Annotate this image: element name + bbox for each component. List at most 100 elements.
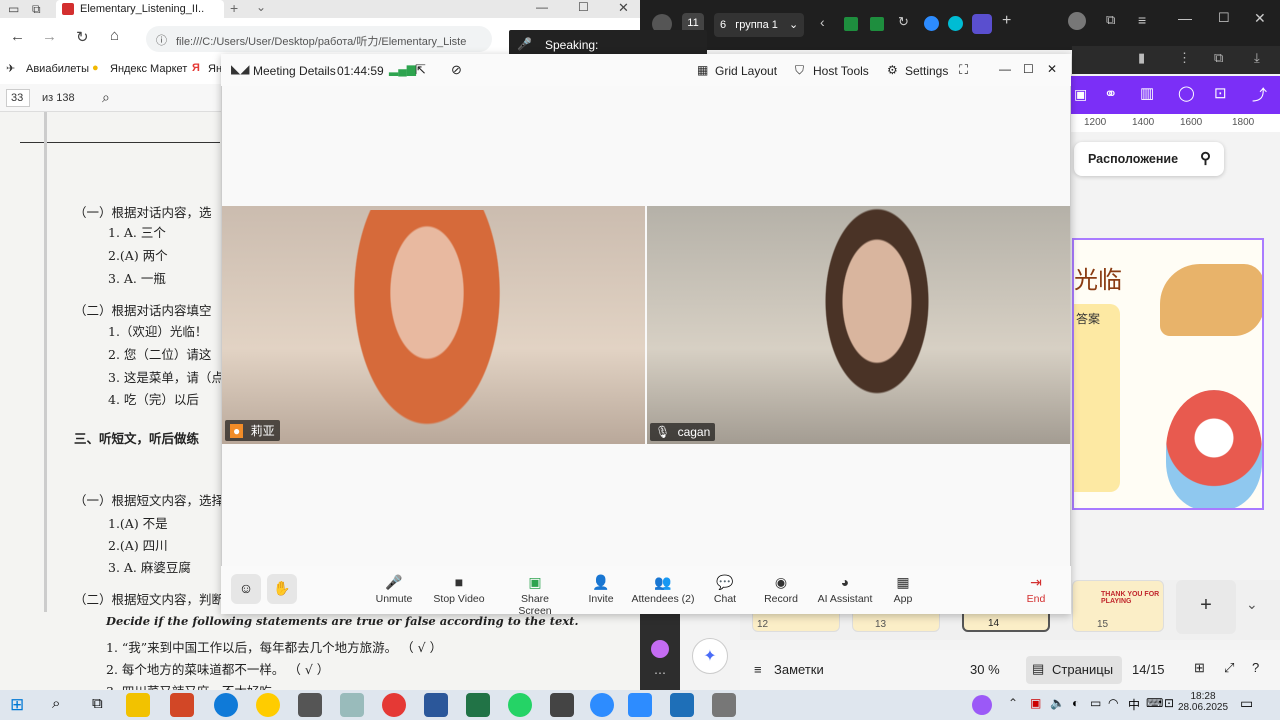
end-button[interactable]: ⇥ End: [1021, 574, 1051, 605]
edge-icon[interactable]: [214, 693, 238, 717]
close-icon[interactable]: ✕: [618, 0, 629, 16]
tray-chevron-icon[interactable]: ⌃: [1008, 696, 1018, 710]
add-slide-button[interactable]: +: [1176, 580, 1236, 634]
chat-button[interactable]: 💬 Chat: [707, 574, 743, 605]
notifications-icon[interactable]: ▭: [1240, 695, 1253, 712]
refresh-icon[interactable]: ↻: [898, 14, 909, 30]
chart-icon[interactable]: ▥: [1140, 84, 1154, 102]
close-icon[interactable]: ✕: [1047, 62, 1057, 76]
volume-icon[interactable]: 🔈: [1050, 696, 1065, 710]
popout-icon[interactable]: ⇱: [415, 62, 426, 78]
ai-sparkle-icon[interactable]: ✦: [692, 638, 728, 674]
sheets-icon[interactable]: [870, 17, 884, 31]
app-icon[interactable]: [972, 14, 992, 34]
record-button[interactable]: ◉ Record: [761, 574, 801, 605]
zoom-icon[interactable]: [590, 693, 614, 717]
bookmark-yandex-market[interactable]: Яндекс Маркет: [110, 63, 187, 75]
share-icon[interactable]: ⤴: [1252, 84, 1267, 105]
present-icon[interactable]: ⊡: [1214, 84, 1227, 102]
maximize-icon[interactable]: ☐: [578, 0, 589, 14]
signal-icon[interactable]: ▂▄▆: [389, 62, 416, 76]
bookmark-aviabilety[interactable]: Авиабилеты: [26, 63, 89, 75]
reload-icon[interactable]: ↻: [76, 28, 89, 46]
tray-app-icon[interactable]: ▣: [1030, 696, 1041, 710]
maximize-icon[interactable]: ☐: [1218, 10, 1230, 26]
powerpoint-icon[interactable]: [170, 693, 194, 717]
home-icon[interactable]: ⌂: [110, 27, 119, 44]
search-icon[interactable]: ⌕: [52, 695, 60, 712]
mail-icon[interactable]: [298, 693, 322, 717]
paint-roller-icon[interactable]: ⚲: [1200, 149, 1211, 167]
zoom-icon[interactable]: [924, 16, 939, 31]
task-view-icon[interactable]: ⧉: [92, 695, 103, 712]
battery-icon[interactable]: ▭: [1090, 696, 1101, 710]
app-button[interactable]: ▦ App: [889, 574, 917, 605]
no-share-icon[interactable]: ⊘: [451, 62, 462, 78]
search-icon[interactable]: ⌕: [102, 89, 110, 106]
new-tab-icon[interactable]: +: [1002, 12, 1011, 30]
pdf-page-input[interactable]: 33: [6, 89, 30, 107]
unmute-button[interactable]: 🎤 Unmute: [369, 574, 419, 605]
excel-icon[interactable]: [466, 693, 490, 717]
settings-button[interactable]: Settings: [905, 64, 948, 78]
raise-hand-icon[interactable]: ✋: [267, 574, 297, 604]
attendees-button[interactable]: 👥 Attendees (2): [631, 574, 695, 605]
participant-video-2[interactable]: 🎙 cagan: [647, 206, 1070, 444]
bookmark-icon[interactable]: ▮: [1138, 50, 1145, 66]
tray-icon[interactable]: ⊡: [1164, 696, 1174, 710]
sidebar-icon[interactable]: ⧉: [1214, 50, 1223, 66]
host-tools-button[interactable]: Host Tools: [813, 64, 869, 78]
bookmark-yandex[interactable]: Ян: [208, 63, 222, 75]
alice-icon[interactable]: [972, 695, 992, 715]
forward-icon[interactable]: →: [42, 28, 57, 45]
clock[interactable]: 18:28 28.06.2025: [1178, 691, 1228, 713]
paint-icon[interactable]: [340, 693, 364, 717]
pages-button[interactable]: ▤ Страницы: [1026, 656, 1122, 684]
slide-canvas[interactable]: 光临 答案: [1072, 238, 1264, 510]
invite-button[interactable]: 👤 Invite: [581, 574, 621, 605]
canva-icon[interactable]: [948, 16, 963, 31]
alice-icon[interactable]: [651, 640, 669, 658]
tab-back-icon[interactable]: ▭: [8, 2, 19, 16]
ai-assistant-button[interactable]: ◕ AI Assistant: [815, 574, 875, 605]
minimize-icon[interactable]: —: [1178, 10, 1192, 26]
tab-list-icon[interactable]: ⧉: [32, 2, 41, 17]
app-icon[interactable]: [670, 693, 694, 717]
minimize-icon[interactable]: —: [536, 0, 548, 14]
yandex-browser-icon[interactable]: [256, 693, 280, 717]
grid-layout-button[interactable]: Grid Layout: [715, 64, 777, 78]
new-tab-icon[interactable]: +: [230, 0, 238, 16]
help-icon[interactable]: ?: [1252, 660, 1259, 675]
wifi-icon[interactable]: ◠: [1108, 696, 1118, 710]
zoom-meeting-icon[interactable]: [628, 693, 652, 717]
elements-icon[interactable]: ⚭: [1104, 84, 1117, 104]
language-icon[interactable]: 中: [1128, 696, 1140, 713]
word-icon[interactable]: [424, 693, 448, 717]
meeting-details-button[interactable]: Meeting Details: [253, 64, 336, 78]
grid-icon[interactable]: ⊞: [1194, 660, 1205, 676]
stop-video-button[interactable]: ■ Stop Video: [433, 574, 485, 605]
maximize-icon[interactable]: ☐: [1023, 62, 1034, 76]
tab-group[interactable]: 6 группа 1 ⌄: [714, 13, 804, 37]
file-explorer-icon[interactable]: [126, 693, 150, 717]
chevron-down-icon[interactable]: ⌄: [256, 0, 266, 14]
tray-icon[interactable]: ◐: [1072, 696, 1079, 710]
minimize-icon[interactable]: —: [999, 62, 1011, 76]
more-icon[interactable]: ⋯: [654, 666, 666, 680]
notes-button[interactable]: Заметки: [774, 662, 824, 677]
camera-icon[interactable]: [550, 693, 574, 717]
chevron-left-icon[interactable]: ‹: [820, 14, 825, 30]
chevron-down-icon[interactable]: ⌄: [1246, 596, 1258, 613]
sheets-icon[interactable]: [844, 17, 858, 31]
menu-icon[interactable]: ≡: [1138, 12, 1146, 28]
image-icon[interactable]: ▣: [1074, 86, 1087, 103]
layout-button[interactable]: Расположение ⚲: [1074, 142, 1224, 176]
close-icon[interactable]: ✕: [1254, 10, 1266, 27]
reactions-icon[interactable]: ☺: [231, 574, 261, 604]
slide-thumb[interactable]: THANK YOU FOR PLAYING 15: [1072, 580, 1164, 632]
url-input[interactable]: ⓘ file:///C:/Users/User/Desktop/работа/听…: [146, 26, 492, 52]
fullscreen-icon[interactable]: ⛶: [959, 62, 968, 78]
settings-icon[interactable]: [712, 693, 736, 717]
more-icon[interactable]: ⋮: [1178, 50, 1191, 66]
expand-icon[interactable]: ⤢: [1224, 660, 1234, 676]
